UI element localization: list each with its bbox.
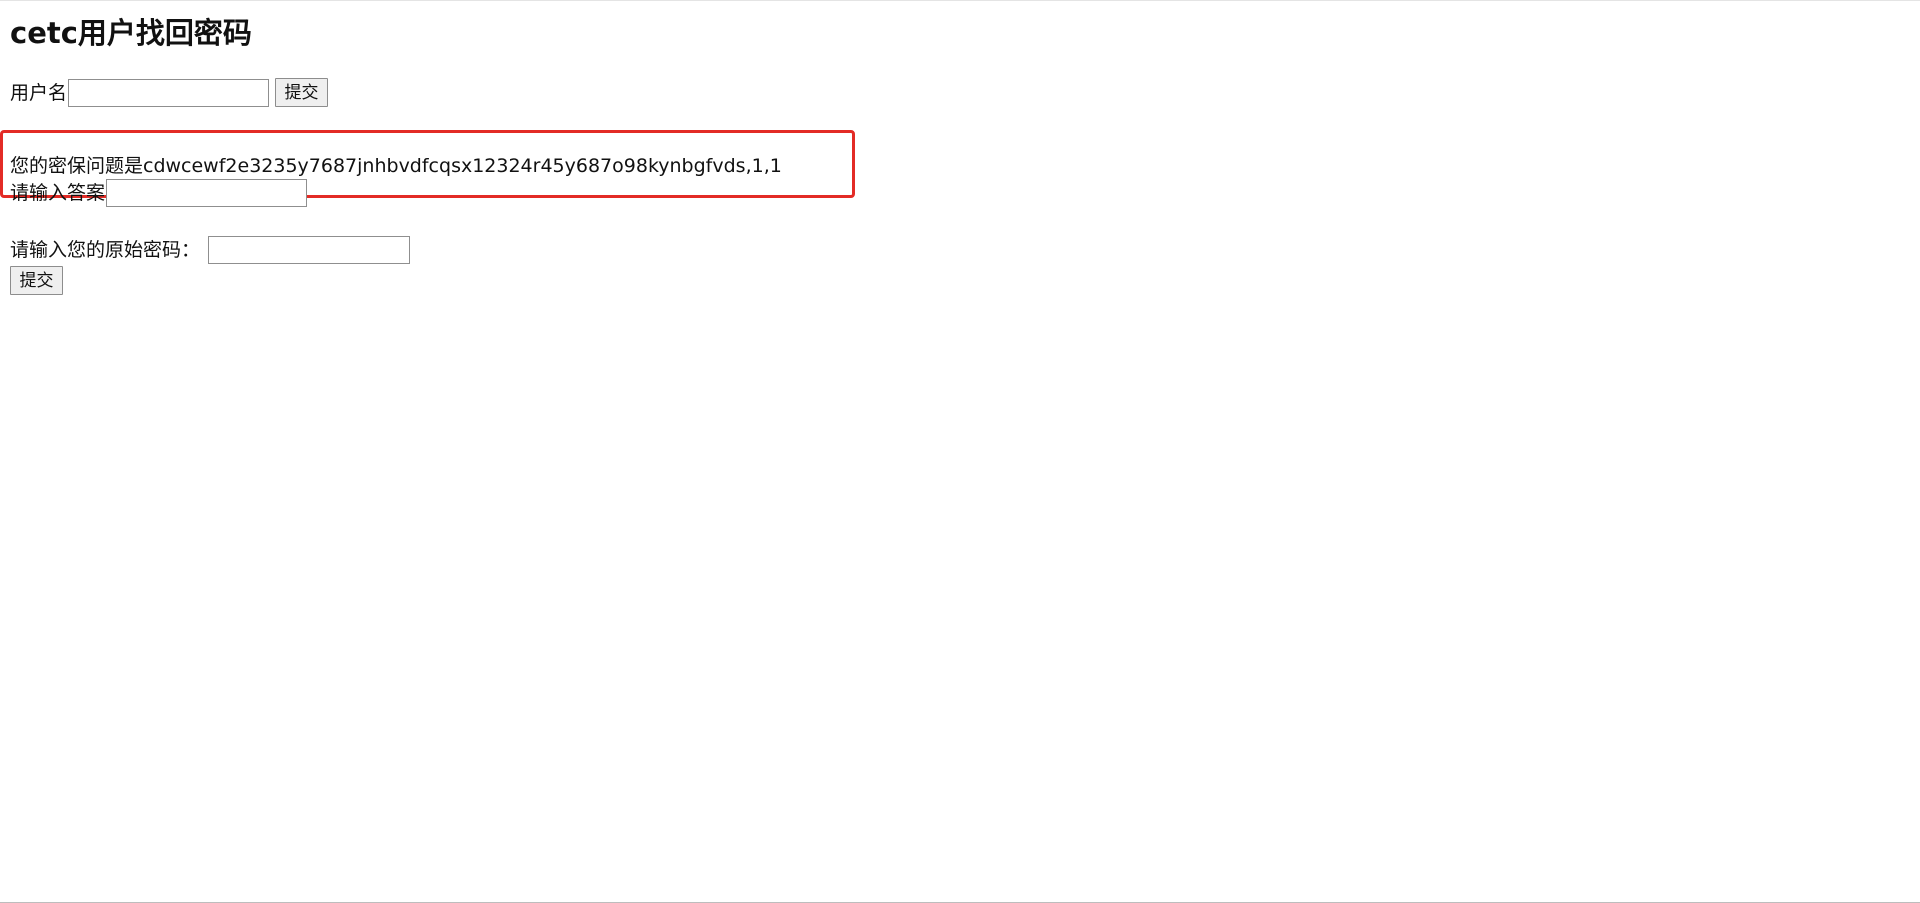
answer-form: 请输入答案 — [10, 179, 308, 207]
username-label: 用户名 — [10, 81, 68, 104]
security-question-text: 您的密保问题是cdwcewf2e3235y7687jnhbvdfcqsx1232… — [10, 155, 782, 177]
answer-label: 请输入答案 — [10, 182, 106, 204]
original-password-submit-button[interactable]: 提交 — [10, 266, 63, 295]
page-title: cetc用户找回密码 — [10, 16, 252, 50]
original-password-label: 请输入您的原始密码： — [10, 239, 201, 261]
answer-input[interactable] — [106, 179, 308, 207]
original-password-form: 请输入您的原始密码： — [10, 236, 411, 264]
username-input[interactable] — [68, 78, 270, 107]
username-form: 用户名 提交 — [10, 78, 329, 107]
username-submit-button[interactable]: 提交 — [275, 78, 329, 107]
original-password-input[interactable] — [208, 236, 411, 264]
